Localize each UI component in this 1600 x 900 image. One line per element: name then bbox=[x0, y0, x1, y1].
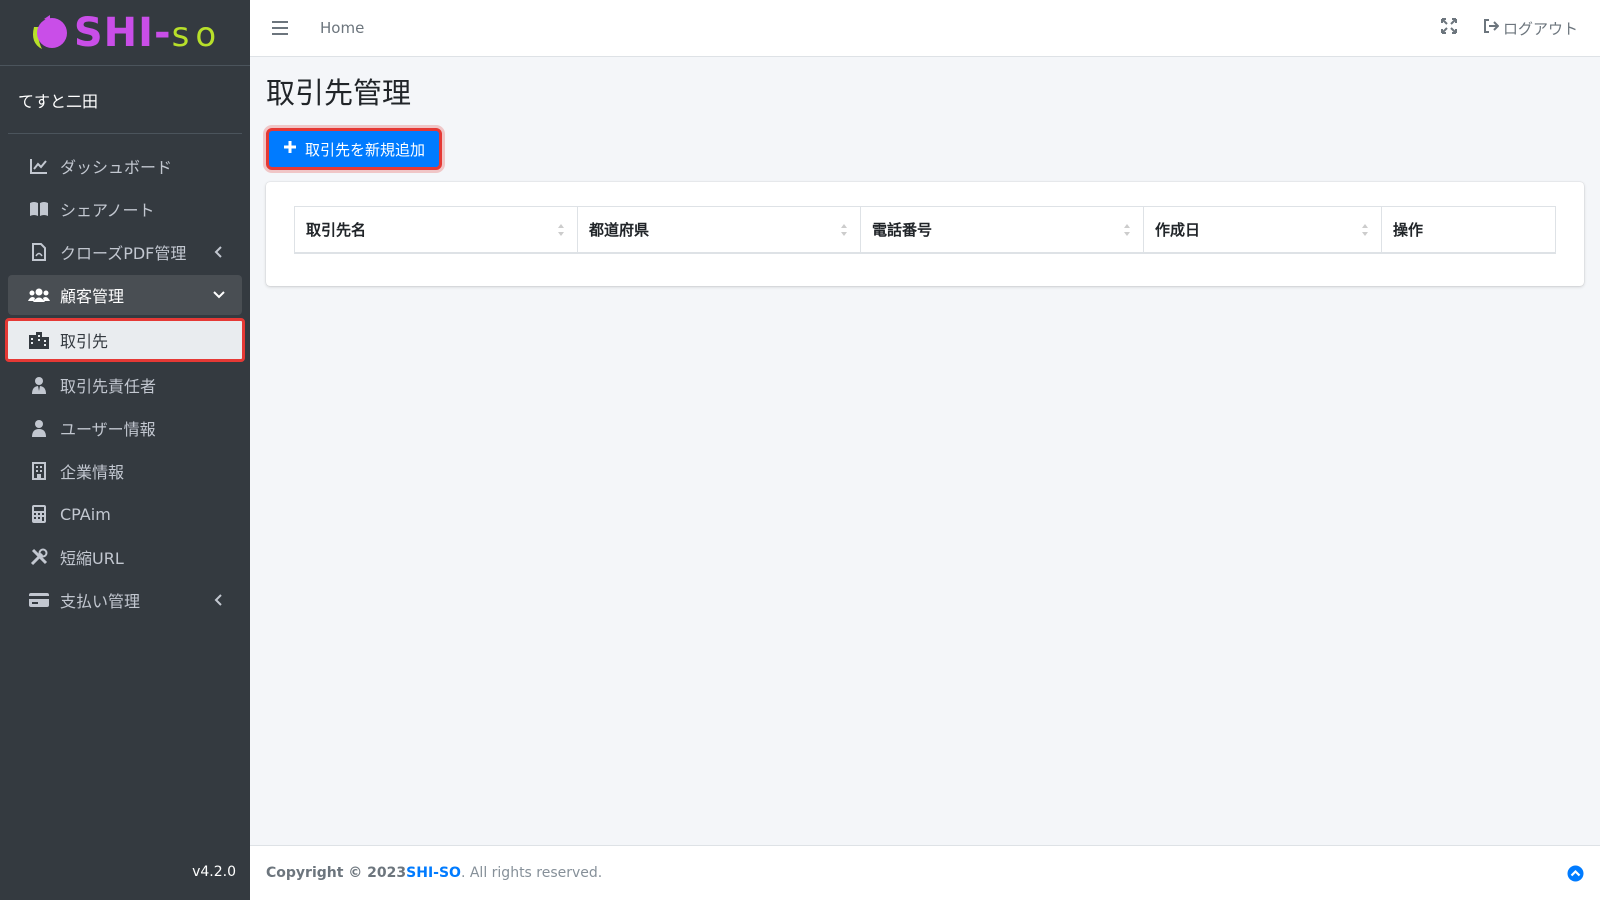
sidebar-item-customer-management[interactable]: 顧客管理 bbox=[8, 275, 242, 315]
building-icon bbox=[28, 462, 50, 480]
chevron-left-icon bbox=[212, 592, 226, 606]
sidebar-item-payment-management[interactable]: 支払い管理 bbox=[8, 580, 242, 620]
sidebar-item-clients[interactable]: 取引先 bbox=[5, 318, 245, 362]
sidebar-item-client-contacts[interactable]: 取引先責任者 bbox=[8, 365, 242, 405]
sidebar-item-label: 企業情報 bbox=[60, 463, 125, 482]
file-pdf-icon bbox=[28, 243, 50, 261]
scroll-to-top-icon[interactable] bbox=[1567, 865, 1584, 882]
sidebar-item-short-url[interactable]: 短縮URL bbox=[8, 537, 242, 577]
user-tie-icon bbox=[28, 376, 50, 394]
home-link[interactable]: Home bbox=[320, 19, 364, 37]
brand-part1: SHI bbox=[73, 9, 155, 56]
version-label: v4.2.0 bbox=[192, 864, 236, 880]
sidebar: SHI-so てすと二田 ダッシュボード シェアノート クローズPDF管理 顧客… bbox=[0, 0, 250, 900]
user-icon bbox=[28, 419, 50, 437]
sidebar-item-label: ダッシュボード bbox=[60, 158, 173, 177]
chart-line-icon bbox=[28, 157, 50, 175]
column-header-actions: 操作 bbox=[1381, 206, 1556, 254]
column-header-prefecture[interactable]: 都道府県 bbox=[577, 206, 861, 254]
clients-table-card: 取引先名 都道府県 電話番号 作成日 操作 bbox=[266, 182, 1584, 286]
topbar: Home ログアウト bbox=[250, 0, 1600, 57]
sort-icon bbox=[1361, 223, 1369, 237]
sidebar-item-label: 取引先責任者 bbox=[60, 377, 157, 396]
tools-icon bbox=[28, 548, 50, 566]
credit-card-icon bbox=[28, 591, 50, 609]
user-panel[interactable]: てすと二田 bbox=[8, 66, 242, 134]
book-open-icon bbox=[28, 200, 50, 218]
page-title: 取引先管理 bbox=[266, 76, 412, 110]
sidebar-item-close-pdf[interactable]: クローズPDF管理 bbox=[8, 232, 242, 272]
sidebar-item-cpaim[interactable]: CPAim bbox=[8, 494, 242, 534]
sidebar-item-label: クローズPDF管理 bbox=[60, 244, 187, 263]
users-icon bbox=[28, 286, 50, 304]
logo-mark-icon bbox=[28, 13, 72, 53]
chevron-down-icon bbox=[212, 287, 226, 301]
brand-sep: - bbox=[154, 9, 172, 56]
footer-rights: . All rights reserved. bbox=[460, 865, 603, 881]
column-header-created-date[interactable]: 作成日 bbox=[1143, 206, 1382, 254]
chevron-left-icon bbox=[212, 244, 226, 258]
sidebar-item-label: 取引先 bbox=[60, 332, 109, 351]
add-client-button[interactable]: 取引先を新規追加 bbox=[266, 128, 443, 170]
sidebar-item-label: ユーザー情報 bbox=[60, 420, 156, 439]
calculator-icon bbox=[28, 505, 50, 523]
brand-logo[interactable]: SHI-so bbox=[0, 0, 250, 66]
brand-part2: so bbox=[171, 14, 223, 55]
hamburger-menu-icon[interactable] bbox=[272, 20, 290, 36]
sidebar-nav: ダッシュボード シェアノート クローズPDF管理 顧客管理 取引先 取引先責任者… bbox=[0, 134, 250, 620]
column-header-phone[interactable]: 電話番号 bbox=[860, 206, 1144, 254]
plus-icon bbox=[283, 140, 297, 158]
fullscreen-icon[interactable] bbox=[1440, 18, 1457, 38]
column-header-client-name[interactable]: 取引先名 bbox=[294, 206, 578, 254]
footer: Copyright © 2023 SHI-SO. All rights rese… bbox=[250, 845, 1600, 900]
sort-icon bbox=[1123, 223, 1131, 237]
clients-table: 取引先名 都道府県 電話番号 作成日 操作 bbox=[294, 206, 1556, 254]
user-name: てすと二田 bbox=[18, 91, 99, 111]
city-icon bbox=[28, 331, 50, 349]
sidebar-item-dashboard[interactable]: ダッシュボード bbox=[8, 146, 242, 186]
footer-copyright: Copyright © 2023 bbox=[266, 865, 407, 881]
sidebar-item-label: 短縮URL bbox=[60, 549, 124, 568]
footer-brand-link[interactable]: SHI-SO bbox=[406, 865, 461, 881]
sidebar-item-label: 顧客管理 bbox=[60, 287, 125, 306]
sign-out-icon bbox=[1483, 19, 1500, 37]
sort-icon bbox=[840, 223, 848, 237]
sort-icon bbox=[557, 223, 565, 237]
sidebar-item-share-note[interactable]: シェアノート bbox=[8, 189, 242, 229]
sidebar-item-company-info[interactable]: 企業情報 bbox=[8, 451, 242, 491]
sidebar-item-label: シェアノート bbox=[60, 201, 155, 220]
main-content: 取引先管理 取引先を新規追加 取引先名 都道府県 電話番号 作成日 操作 bbox=[250, 57, 1600, 845]
logout-label: ログアウト bbox=[1502, 19, 1578, 38]
sidebar-item-label: CPAim bbox=[60, 504, 111, 524]
sidebar-item-label: 支払い管理 bbox=[60, 592, 141, 611]
add-client-label: 取引先を新規追加 bbox=[305, 140, 426, 159]
sidebar-item-user-info[interactable]: ユーザー情報 bbox=[8, 408, 242, 448]
logout-button[interactable]: ログアウト bbox=[1483, 18, 1578, 39]
